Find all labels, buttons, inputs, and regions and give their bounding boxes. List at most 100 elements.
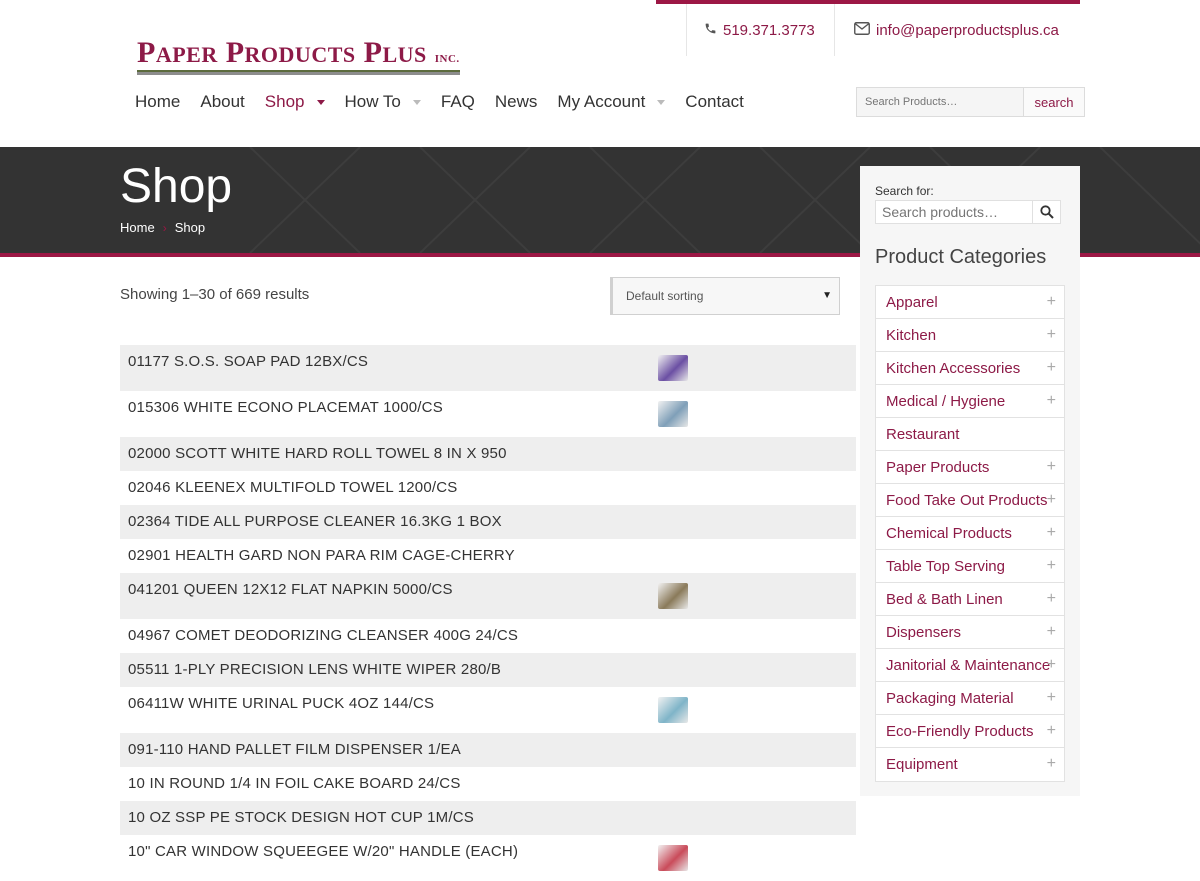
product-row[interactable]: 02046 KLEENEX MULTIFOLD TOWEL 1200/CS (120, 471, 856, 505)
category-item[interactable]: Dispensers + (876, 616, 1064, 649)
plus-icon[interactable]: + (1047, 657, 1056, 673)
category-item[interactable]: Food Take Out Products + (876, 484, 1064, 517)
product-name[interactable]: 10 OZ SSP PE STOCK DESIGN HOT CUP 1M/CS (128, 809, 474, 826)
phone-link[interactable]: 519.371.3773 (704, 22, 815, 39)
product-list: 01177 S.O.S. SOAP PAD 12BX/CS 015306 WHIT… (120, 345, 856, 881)
category-label: Packaging Material (886, 689, 1014, 707)
category-item[interactable]: Packaging Material + (876, 682, 1064, 715)
phone-number: 519.371.3773 (723, 22, 815, 39)
product-row[interactable]: 02364 TIDE ALL PURPOSE CLEANER 16.3KG 1 … (120, 505, 856, 539)
product-row[interactable]: 04967 COMET DEODORIZING CLEANSER 400G 24… (120, 619, 856, 653)
chevron-down-icon (316, 99, 325, 105)
product-name[interactable]: 091-110 HAND PALLET FILM DISPENSER 1/EA (128, 741, 461, 758)
product-name[interactable]: 05511 1-PLY PRECISION LENS WHITE WIPER 2… (128, 661, 501, 678)
product-name[interactable]: 02046 KLEENEX MULTIFOLD TOWEL 1200/CS (128, 479, 457, 496)
nav-my-account[interactable]: My Account (557, 90, 666, 114)
product-name[interactable]: 02901 HEALTH GARD NON PARA RIM CAGE-CHER… (128, 547, 515, 564)
plus-icon[interactable]: + (1047, 558, 1056, 574)
nav-how-to[interactable]: How To (345, 90, 421, 114)
plus-icon[interactable]: + (1047, 492, 1056, 508)
breadcrumb-home[interactable]: Home (120, 220, 155, 235)
category-item[interactable]: Table Top Serving + (876, 550, 1064, 583)
plus-icon[interactable]: + (1047, 591, 1056, 607)
product-categories-title: Product Categories (875, 246, 1047, 268)
email-link[interactable]: info@paperproductsplus.ca (854, 22, 1059, 39)
plus-icon[interactable]: + (1047, 624, 1056, 640)
product-row[interactable]: 015306 WHITE ECONO PLACEMAT 1000/CS (120, 391, 856, 437)
main-nav: Home About Shop How To FAQ News My Accou… (135, 90, 764, 114)
product-row[interactable]: 05511 1-PLY PRECISION LENS WHITE WIPER 2… (120, 653, 856, 687)
product-row[interactable]: 06411W WHITE URINAL PUCK 4OZ 144/CS (120, 687, 856, 733)
page-title: Shop (120, 160, 233, 213)
product-thumbnail[interactable] (658, 583, 688, 609)
product-categories-list: Apparel + Kitchen + Kitchen Accessories + Medi… (875, 285, 1065, 782)
product-name[interactable]: 01177 S.O.S. SOAP PAD 12BX/CS (128, 353, 368, 370)
product-name[interactable]: 02000 SCOTT WHITE HARD ROLL TOWEL 8 IN X… (128, 445, 507, 462)
category-label: Equipment (886, 756, 958, 773)
accent-stripe (656, 0, 1080, 4)
category-item[interactable]: Chemical Products + (876, 517, 1064, 550)
nav-about[interactable]: About (200, 90, 244, 114)
header-search-input[interactable] (856, 87, 1024, 117)
site-logo[interactable]: PAPER PRODUCTS PLUS INC. (137, 36, 460, 78)
category-item[interactable]: Paper Products + (876, 451, 1064, 484)
product-row[interactable]: 10 IN ROUND 1/4 IN FOIL CAKE BOARD 24/CS (120, 767, 856, 801)
chevron-down-icon (657, 99, 666, 105)
sidebar-search-input[interactable] (875, 200, 1033, 224)
header-search-button[interactable]: search (1024, 87, 1085, 117)
plus-icon[interactable]: + (1047, 690, 1056, 706)
plus-icon[interactable]: + (1047, 327, 1056, 343)
product-row[interactable]: 041201 QUEEN 12X12 FLAT NAPKIN 5000/CS (120, 573, 856, 619)
product-thumbnail[interactable] (658, 401, 688, 427)
product-name[interactable]: 10" CAR WINDOW SQUEEGEE W/20" HANDLE (EA… (128, 843, 518, 860)
category-label: Chemical Products (886, 524, 1012, 542)
product-row[interactable]: 02000 SCOTT WHITE HARD ROLL TOWEL 8 IN X… (120, 437, 856, 471)
category-item[interactable]: Kitchen Accessories + (876, 352, 1064, 385)
nav-home[interactable]: Home (135, 90, 180, 114)
category-item[interactable]: Eco-Friendly Products + (876, 715, 1064, 748)
plus-icon[interactable]: + (1047, 525, 1056, 541)
nav-shop[interactable]: Shop (265, 90, 325, 114)
product-name[interactable]: 04967 COMET DEODORIZING CLEANSER 400G 24… (128, 627, 518, 644)
plus-icon[interactable]: + (1047, 393, 1056, 409)
plus-icon[interactable]: + (1047, 723, 1056, 739)
product-row[interactable]: 01177 S.O.S. SOAP PAD 12BX/CS (120, 345, 856, 391)
plus-icon[interactable]: + (1047, 459, 1056, 475)
product-thumbnail[interactable] (658, 355, 688, 381)
product-row[interactable]: 02901 HEALTH GARD NON PARA RIM CAGE-CHER… (120, 539, 856, 573)
envelope-icon (854, 22, 870, 39)
product-thumbnail[interactable] (658, 845, 688, 871)
product-row[interactable]: 10" CAR WINDOW SQUEEGEE W/20" HANDLE (EA… (120, 835, 856, 881)
category-label: Bed & Bath Linen (886, 590, 1003, 608)
product-name[interactable]: 041201 QUEEN 12X12 FLAT NAPKIN 5000/CS (128, 581, 453, 598)
chevron-right-icon: › (162, 220, 167, 235)
category-label: Kitchen Accessories (886, 359, 1021, 377)
plus-icon[interactable]: + (1047, 294, 1056, 310)
product-name[interactable]: 06411W WHITE URINAL PUCK 4OZ 144/CS (128, 695, 434, 712)
category-label: Paper Products (886, 458, 990, 476)
product-row[interactable]: 10 OZ SSP PE STOCK DESIGN HOT CUP 1M/CS (120, 801, 856, 835)
category-item[interactable]: Restaurant (876, 418, 1064, 451)
sidebar-search (875, 200, 1061, 224)
category-item[interactable]: Medical / Hygiene + (876, 385, 1064, 418)
category-item[interactable]: Equipment + (876, 748, 1064, 781)
category-label: Restaurant (886, 425, 960, 443)
nav-faq[interactable]: FAQ (441, 90, 475, 114)
nav-contact[interactable]: Contact (685, 90, 744, 114)
product-thumbnail[interactable] (658, 697, 688, 723)
logo-underline (137, 70, 460, 75)
category-item[interactable]: Bed & Bath Linen + (876, 583, 1064, 616)
plus-icon[interactable]: + (1047, 756, 1056, 772)
plus-icon[interactable]: + (1047, 360, 1056, 376)
sidebar-search-button[interactable] (1033, 200, 1061, 224)
category-item[interactable]: Apparel + (876, 286, 1064, 319)
nav-news[interactable]: News (495, 90, 538, 114)
category-label: Dispensers (886, 623, 962, 641)
product-row[interactable]: 091-110 HAND PALLET FILM DISPENSER 1/EA (120, 733, 856, 767)
sort-select[interactable]: Default sorting ▼ (610, 277, 840, 315)
product-name[interactable]: 015306 WHITE ECONO PLACEMAT 1000/CS (128, 399, 443, 416)
product-name[interactable]: 10 IN ROUND 1/4 IN FOIL CAKE BOARD 24/CS (128, 775, 461, 792)
product-name[interactable]: 02364 TIDE ALL PURPOSE CLEANER 16.3KG 1 … (128, 513, 502, 530)
category-item[interactable]: Kitchen + (876, 319, 1064, 352)
category-item[interactable]: Janitorial & Maintenance + (876, 649, 1064, 682)
